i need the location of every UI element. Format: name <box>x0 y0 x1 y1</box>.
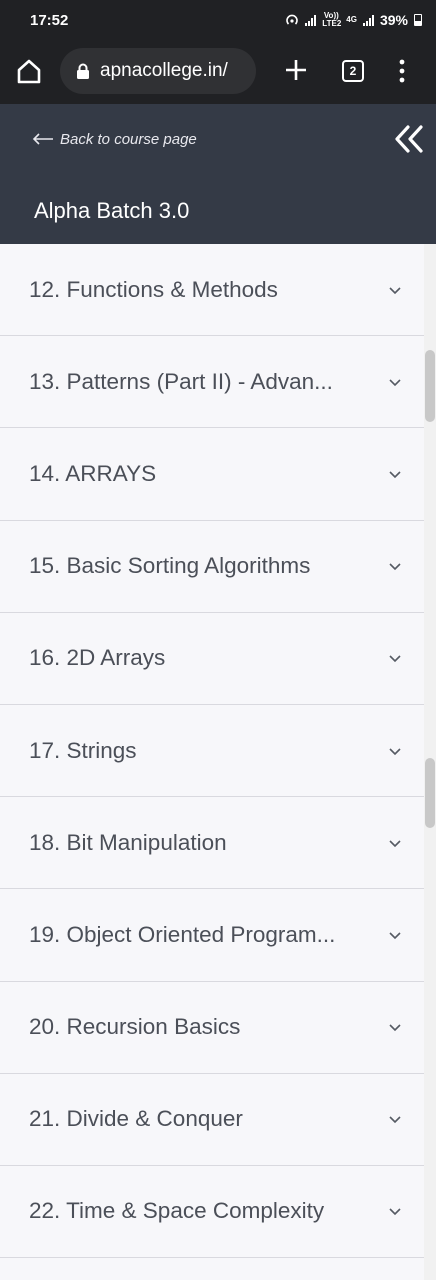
module-row[interactable]: 17. Strings <box>0 704 424 798</box>
home-icon[interactable] <box>14 56 44 86</box>
signal-icon-2 <box>362 14 374 26</box>
battery-percent: 39% <box>379 12 408 28</box>
hotspot-icon <box>286 14 299 25</box>
module-label: 19. Object Oriented Program... <box>29 921 336 947</box>
module-list: 12. Functions & Methods 13. Patterns (Par… <box>0 244 424 1280</box>
url-text: apnacollege.in/ <box>100 60 228 81</box>
chevron-down-icon[interactable] <box>388 469 402 479</box>
module-label: 22. Time & Space Complexity <box>29 1198 325 1224</box>
module-row[interactable]: 19. Object Oriented Program... <box>0 889 424 982</box>
status-bar: 17:52 Vo)) LTE2 4G 39% <box>0 0 436 40</box>
module-row[interactable]: 20. Recursion Basics <box>0 981 424 1074</box>
module-label: 16. 2D Arrays <box>29 645 166 671</box>
chevron-down-icon[interactable] <box>388 1206 402 1216</box>
status-time: 17:52 <box>30 11 69 29</box>
status-icons: Vo)) LTE2 4G 39% <box>285 12 422 28</box>
tab-switcher-icon[interactable]: 2 <box>342 60 364 82</box>
more-vert-icon[interactable] <box>396 58 408 84</box>
browser-toolbar: apnacollege.in/ 2 <box>0 40 436 104</box>
module-label: 13. Patterns (Part II) - Advan... <box>29 368 333 394</box>
chevron-down-icon[interactable] <box>388 653 402 663</box>
chevron-down-icon[interactable] <box>388 1022 402 1032</box>
battery-icon <box>414 14 422 26</box>
module-row[interactable]: 15. Basic Sorting Algorithms <box>0 520 424 613</box>
double-chevron-left-icon[interactable] <box>392 122 426 156</box>
back-to-course-link[interactable]: Back to course page <box>32 128 197 150</box>
network-type: 4G <box>346 15 357 24</box>
chevron-down-icon[interactable] <box>388 1114 402 1124</box>
module-label: 21. Divide & Conquer <box>29 1106 243 1132</box>
chevron-down-icon[interactable] <box>388 930 402 940</box>
scrollbar-thumb-top[interactable] <box>425 350 435 422</box>
arrow-left-icon <box>32 133 53 145</box>
module-row[interactable]: 14. ARRAYS <box>0 428 424 521</box>
lock-icon <box>77 63 89 79</box>
chevron-down-icon[interactable] <box>388 561 402 571</box>
chevron-down-icon[interactable] <box>388 838 402 848</box>
chevron-down-icon[interactable] <box>388 377 402 387</box>
module-label: 12. Functions & Methods <box>29 276 278 302</box>
tab-count: 2 <box>349 64 357 78</box>
module-row[interactable]: 13. Patterns (Part II) - Advan... <box>0 336 424 429</box>
module-row[interactable]: 12. Functions & Methods <box>0 244 424 337</box>
module-label: 15. Basic Sorting Algorithms <box>29 553 311 579</box>
module-label: 18. Bit Manipulation <box>29 829 227 855</box>
back-link-label: Back to course page <box>60 130 197 148</box>
plus-icon[interactable] <box>282 56 310 84</box>
volte-label: Vo)) LTE2 <box>322 11 342 28</box>
module-label: 14. ARRAYS <box>29 460 157 486</box>
scrollbar-thumb-middle[interactable] <box>425 758 435 828</box>
module-label: 20. Recursion Basics <box>29 1014 241 1040</box>
chevron-down-icon[interactable] <box>388 746 402 756</box>
signal-icon <box>305 14 317 26</box>
module-row[interactable]: 21. Divide & Conquer <box>0 1073 424 1166</box>
chevron-down-icon[interactable] <box>388 285 402 295</box>
module-label: 17. Strings <box>29 737 137 763</box>
module-row[interactable]: 16. 2D Arrays <box>0 612 424 705</box>
course-header: Back to course page Alpha Batch 3.0 <box>0 104 436 244</box>
batch-title: Alpha Batch 3.0 <box>34 198 190 223</box>
module-row[interactable]: 18. Bit Manipulation <box>0 797 424 890</box>
module-row[interactable]: 22. Time & Space Complexity <box>0 1165 424 1259</box>
address-bar[interactable]: apnacollege.in/ <box>60 48 256 94</box>
